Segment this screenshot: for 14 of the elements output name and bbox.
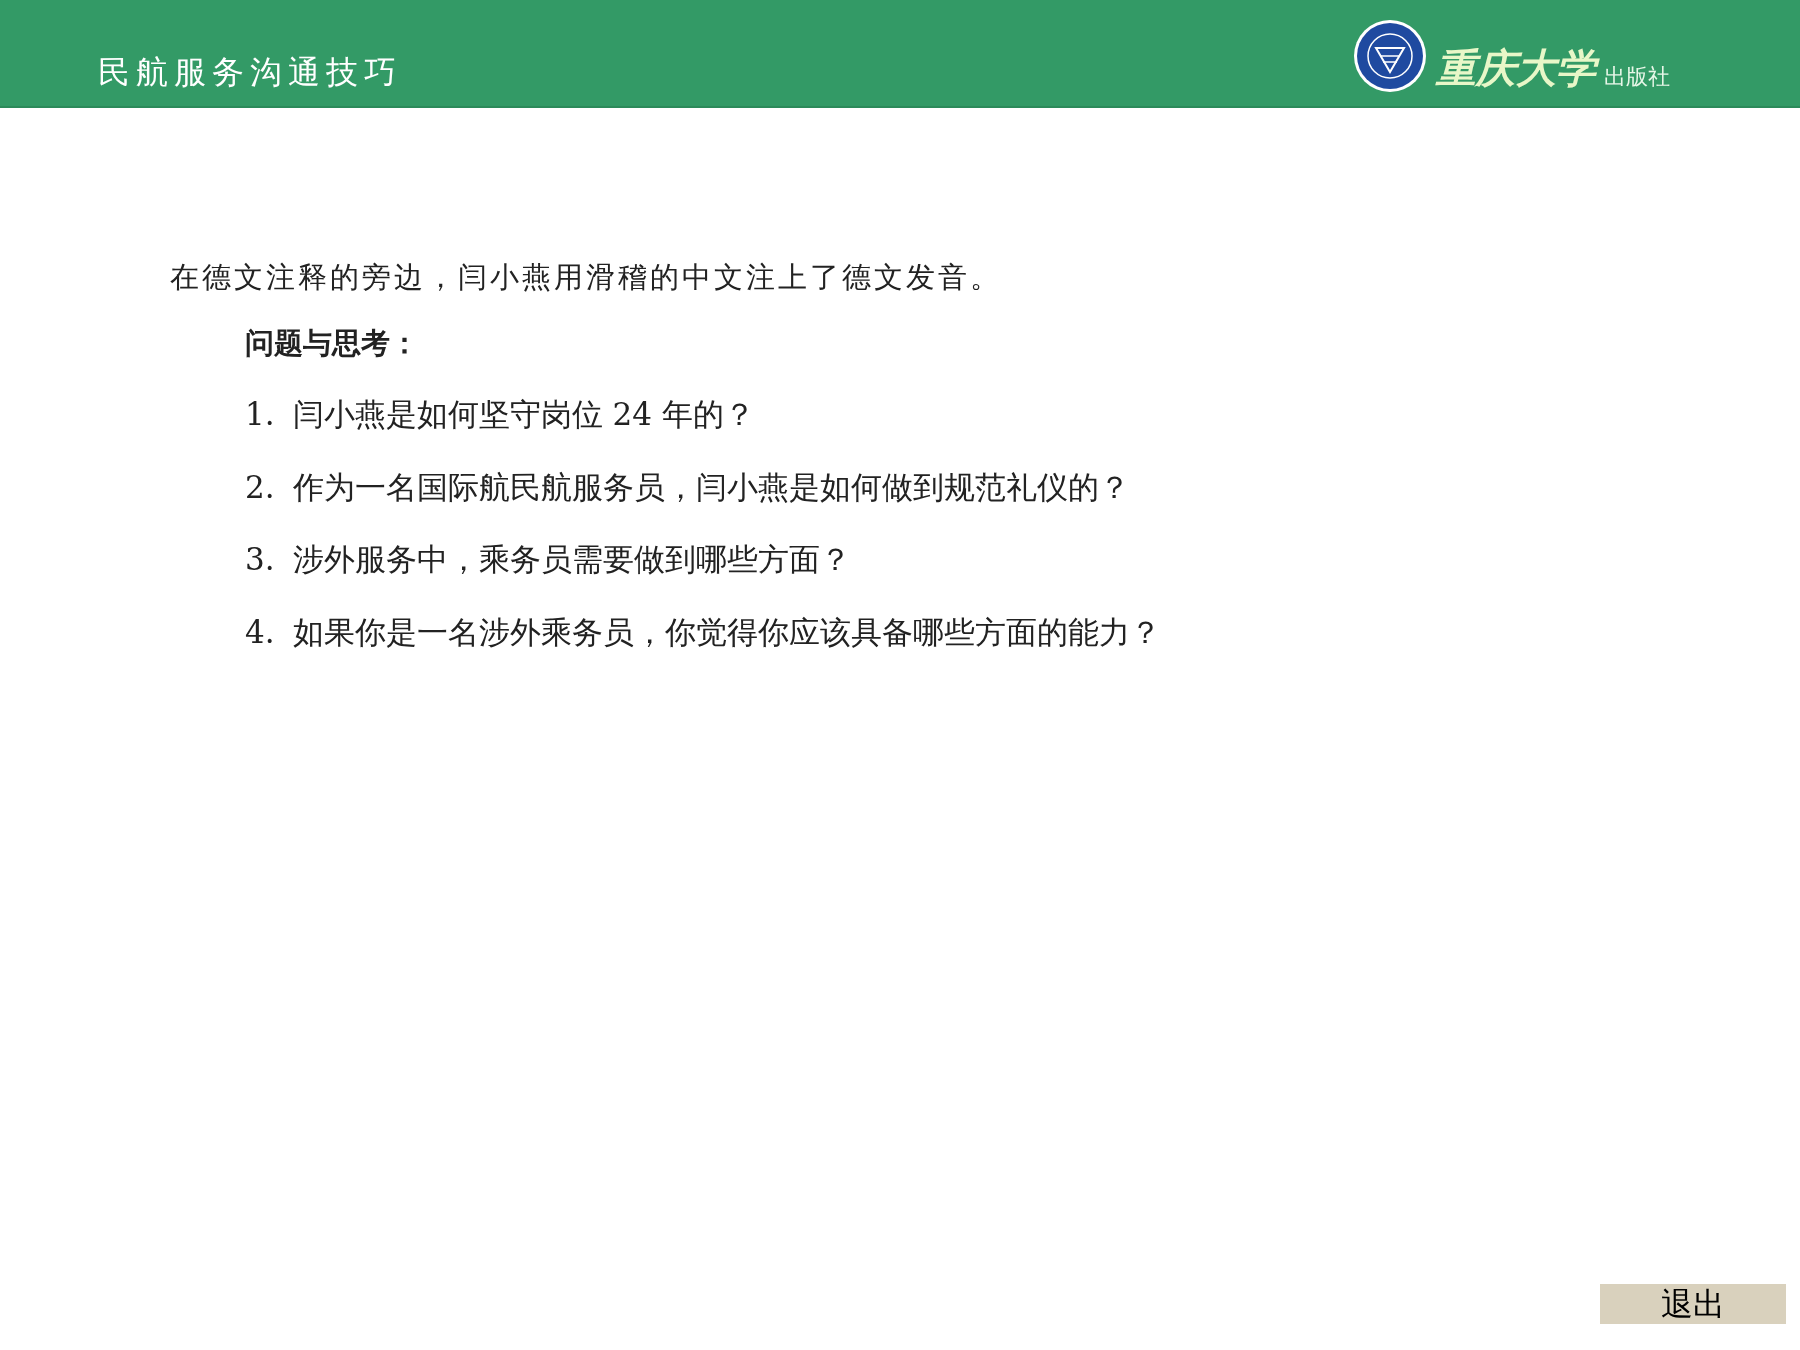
questions-heading: 问题与思考： bbox=[245, 324, 420, 362]
publisher-logo-suffix: 出版社 bbox=[1604, 66, 1670, 88]
question-text: 如果你是一名涉外乘务员，你觉得你应该具备哪些方面的能力？ bbox=[292, 612, 1161, 652]
question-number: 1. bbox=[245, 395, 275, 434]
question-text: 作为一名国际航民航服务员，闫小燕是如何做到规范礼仪的？ bbox=[292, 467, 1130, 507]
slide-title: 民航服务沟通技巧 bbox=[98, 56, 402, 88]
exit-button[interactable]: 退出 bbox=[1600, 1284, 1786, 1324]
question-number: 3. bbox=[245, 540, 275, 579]
question-number: 4. bbox=[245, 612, 275, 652]
question-text: 闫小燕是如何坚守岗位 24 年的？ bbox=[292, 395, 755, 434]
question-number: 2. bbox=[245, 467, 275, 507]
intro-paragraph: 在德文注释的旁边，闫小燕用滑稽的中文注上了德文发音。 bbox=[170, 259, 1003, 296]
question-text: 涉外服务中，乘务员需要做到哪些方面？ bbox=[292, 540, 851, 579]
university-seal-icon bbox=[1352, 18, 1428, 94]
